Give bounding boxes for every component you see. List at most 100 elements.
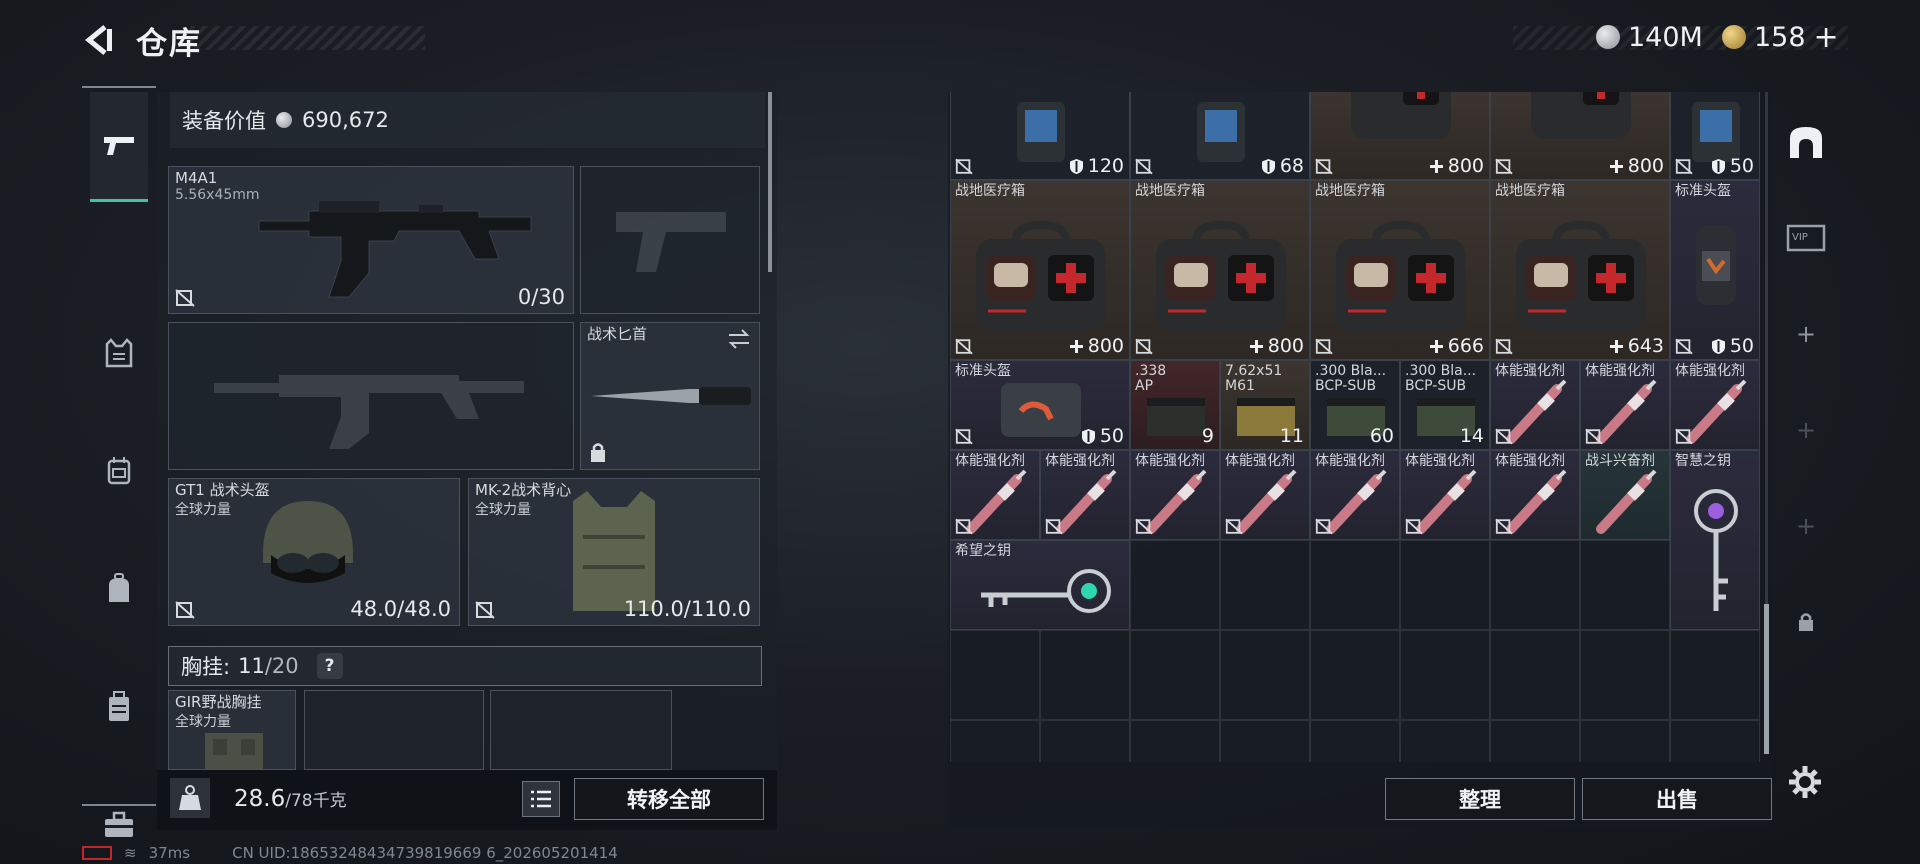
item-name: 战地医疗箱 [1315,183,1385,199]
stash-item-medkit[interactable]: 战地医疗箱 800 [950,180,1130,360]
stash-item-helmet[interactable]: 标准头盔 50 [1670,180,1760,360]
equipment-scrollbar[interactable] [768,92,772,272]
stash-scrollbar[interactable] [1764,604,1769,754]
tab-add-2[interactable]: + [1784,408,1828,452]
stash-empty-cell[interactable] [1220,540,1310,630]
rig-pocket-slot[interactable] [490,690,672,770]
stash-empty-cell[interactable] [1400,540,1490,630]
stash-item-ammo[interactable]: 7.62x51 M61 11 [1220,360,1310,450]
weight-current: 28.6 [234,786,286,812]
nav-backpack[interactable] [90,560,148,618]
stash-empty-cell[interactable] [1400,630,1490,720]
stash-item-injector[interactable]: 体能强化剂 [1490,450,1580,540]
stash-item-injector[interactable]: 体能强化剂 [1310,450,1400,540]
stash-empty-cell[interactable] [1580,720,1670,762]
item-name: 战地医疗箱 [1495,183,1565,199]
rig-slot[interactable]: GIR野战胸挂 全球力量 [168,690,296,770]
stash-item-ammo[interactable]: .300 Bla... BCP-SUB 14 [1400,360,1490,450]
rig-pocket-slot[interactable] [304,690,484,770]
stash-empty-cell[interactable] [950,630,1040,720]
stash-item-key[interactable]: 希望之钥 [950,540,1130,630]
stash-item[interactable]: 800 [1310,92,1490,180]
stash-item-injector[interactable]: 体能强化剂 [1580,360,1670,450]
stash-empty-cell[interactable] [1310,630,1400,720]
stash-empty-cell[interactable] [1310,540,1400,630]
stash-empty-cell[interactable] [1580,630,1670,720]
item-value-text: 800 [1267,335,1304,357]
stash-empty-cell[interactable] [1130,540,1220,630]
stash-item-ammo[interactable]: .300 Bla... BCP-SUB 60 [1310,360,1400,450]
secondary-rifle-slot[interactable] [168,322,574,470]
stash-empty-cell[interactable] [1130,630,1220,720]
nav-rig[interactable] [90,442,148,500]
stash-empty-cell[interactable] [1670,720,1760,762]
stash-empty-cell[interactable] [950,720,1040,762]
sort-button[interactable]: 整理 [1385,778,1575,820]
chest-rig-capacity: 胸挂: 11/20 ? [168,646,762,686]
stash-empty-cell[interactable] [1490,720,1580,762]
tab-add-1[interactable]: + [1784,312,1828,356]
transfer-all-button[interactable]: 转移全部 [574,778,764,820]
stash-item-injector[interactable]: 体能强化剂 [1400,450,1490,540]
stash-item-helmet[interactable]: 标准头盔 50 [950,360,1130,450]
stash-empty-cell[interactable] [1220,720,1310,762]
armor-durability: 110.0/110.0 [623,597,751,621]
stash-item-medkit[interactable]: 战地医疗箱 666 [1310,180,1490,360]
stash-empty-cell[interactable] [1490,540,1580,630]
gold-currency[interactable]: 158 + [1722,20,1839,55]
stash-empty-cell[interactable] [1040,630,1130,720]
stash-item-injector[interactable]: 体能强化剂 [1490,360,1580,450]
add-gold-icon[interactable]: + [1814,20,1839,55]
armor-value-icon [1261,158,1275,174]
stash-empty-cell[interactable] [1220,630,1310,720]
melee-slot[interactable]: 战术匕首 [580,322,760,470]
stash-empty-cell[interactable] [1490,630,1580,720]
nav-weapons[interactable] [90,92,148,202]
gold-coin-icon [1722,25,1746,49]
stash-empty-cell[interactable] [1130,720,1220,762]
plus-icon: + [1795,320,1817,348]
stash-item-injector[interactable]: 体能强化剂 [1130,450,1220,540]
back-button[interactable] [78,20,118,60]
nav-container[interactable] [90,678,148,736]
stash-item-ammo[interactable]: .338 AP 9 [1130,360,1220,450]
stash-empty-cell[interactable] [1310,720,1400,762]
stash-item-stimulant[interactable]: 战斗兴奋剂 [1580,450,1670,540]
melee-name: 战术匕首 [587,325,648,343]
stash-empty-cell[interactable] [1580,540,1670,630]
settings-button[interactable] [1785,762,1825,802]
item-name: 智慧之钥 [1675,453,1731,469]
nav-armor[interactable] [90,324,148,382]
stash-item-injector[interactable]: 体能强化剂 [1040,450,1130,540]
stash-item-injector[interactable]: 体能强化剂 [950,450,1040,540]
stash-empty-cell[interactable] [1670,630,1760,720]
tab-add-3[interactable]: + [1784,504,1828,548]
tab-stash-main[interactable] [1784,120,1828,164]
helmet-slot[interactable]: GT1 战术头盔 全球力量 48.0/48.0 [168,478,460,626]
stash-item[interactable]: 800 [1490,92,1670,180]
stash-item-key[interactable]: 智慧之钥 [1670,450,1760,630]
case-icon [109,691,129,721]
stash-item[interactable]: 68 [1130,92,1310,180]
armor-name: MK-2战术背心 [475,481,572,499]
armor-slot[interactable]: MK-2战术背心 全球力量 110.0/110.0 [468,478,760,626]
stash-empty-cell[interactable] [1400,720,1490,762]
tab-stash-vip[interactable]: VIP [1784,216,1828,260]
stash-item-injector[interactable]: 体能强化剂 [1670,360,1760,450]
category-nav [82,86,156,837]
no-insure-icon [1315,518,1333,535]
stash-item[interactable]: 50 [1670,92,1760,180]
help-button[interactable]: ? [316,653,343,679]
page-title: 仓库 [136,26,202,62]
stash-item-medkit[interactable]: 战地医疗箱 800 [1130,180,1310,360]
swap-icon[interactable] [727,329,751,349]
stash-empty-cell[interactable] [1040,720,1130,762]
stash-item-injector[interactable]: 体能强化剂 [1220,450,1310,540]
backpack-icon [109,573,129,602]
sell-button[interactable]: 出售 [1582,778,1772,820]
stash-item-medkit[interactable]: 战地医疗箱 643 [1490,180,1670,360]
primary-weapon-slot[interactable]: M4A1 5.56x45mm 0/30 [168,166,574,314]
secondary-weapon-slot[interactable] [580,166,760,314]
list-view-button[interactable] [522,781,560,817]
stash-item[interactable]: 120 [950,92,1130,180]
